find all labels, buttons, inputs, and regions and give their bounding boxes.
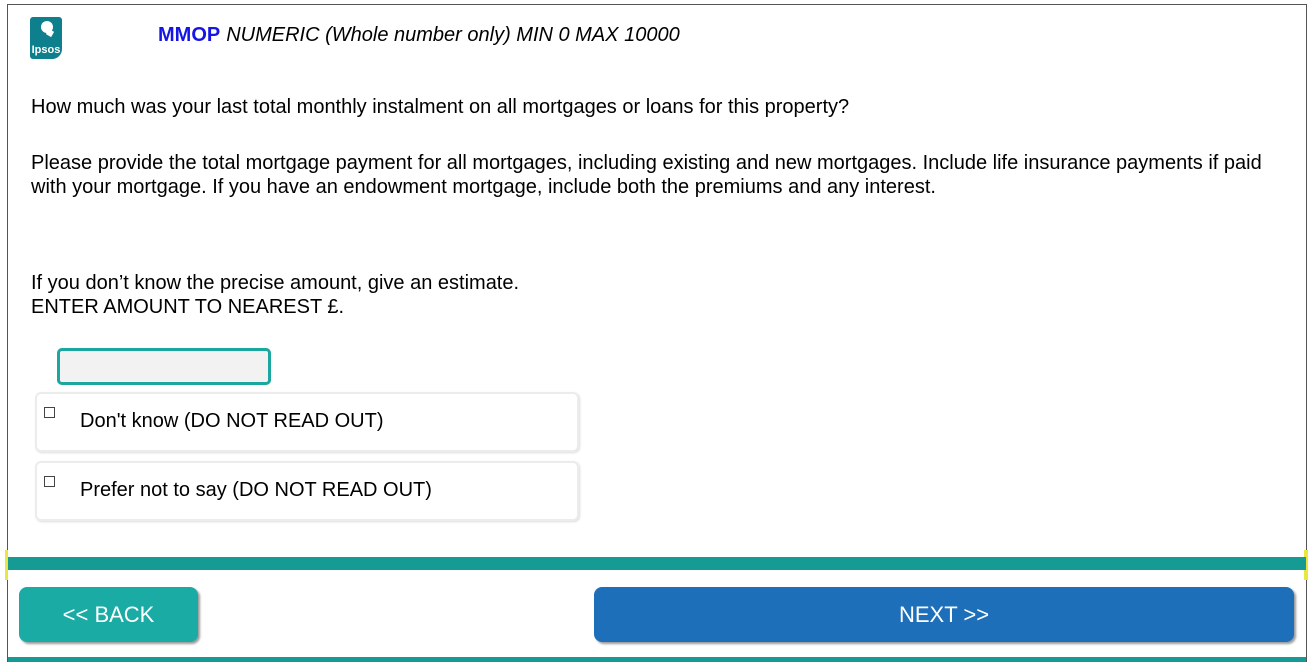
next-button[interactable]: NEXT >> [594, 587, 1294, 642]
option-label: Prefer not to say (DO NOT READ OUT) [80, 479, 432, 501]
checkbox-icon[interactable] [44, 407, 55, 418]
question-text: How much was your last total monthly ins… [31, 96, 850, 118]
option-dont-know[interactable]: Don't know (DO NOT READ OUT) [35, 392, 579, 452]
option-prefer-not-to-say[interactable]: Prefer not to say (DO NOT READ OUT) [35, 461, 579, 521]
footer-divider [8, 557, 1306, 570]
checkbox-icon[interactable] [44, 476, 55, 487]
speech-bubble-tail [45, 28, 55, 38]
amount-input[interactable] [57, 348, 271, 385]
question-type: NUMERIC (Whole number only) MIN 0 MAX 10… [226, 24, 680, 46]
question-id: MMOP [158, 24, 221, 46]
entry-note: ENTER AMOUNT TO NEAREST £. [31, 296, 345, 318]
back-button[interactable]: << BACK [19, 587, 198, 642]
ipsos-logo: Ipsos [30, 17, 62, 59]
logo-text: Ipsos [31, 44, 61, 56]
estimate-note: If you don’t know the precise amount, gi… [31, 272, 520, 294]
bottom-border-bar [8, 657, 1306, 662]
option-label: Don't know (DO NOT READ OUT) [80, 410, 384, 432]
question-instruction: Please provide the total mortgage paymen… [31, 152, 1262, 198]
question-header: MMOP NUMERIC (Whole number only) MIN 0 MA… [158, 23, 680, 47]
